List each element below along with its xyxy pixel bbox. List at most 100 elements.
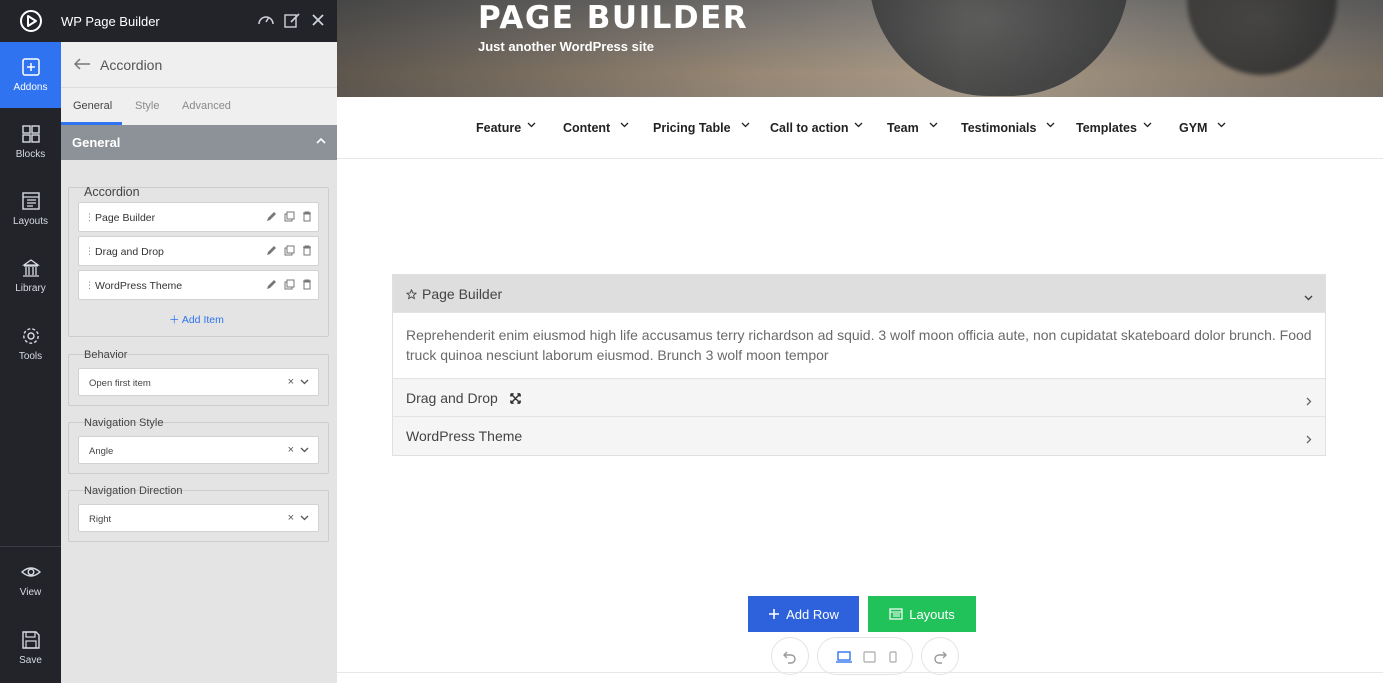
- breadcrumb-title: Accordion: [100, 57, 163, 73]
- rail-view-button[interactable]: View: [0, 547, 61, 613]
- drag-handle-icon[interactable]: ⋮: [85, 280, 94, 291]
- chevron-down-icon: [620, 117, 629, 131]
- nav-item-pricing-table[interactable]: Pricing Table: [653, 121, 750, 135]
- page-canvas: PAGE BUILDER Just another WordPress site…: [337, 0, 1383, 683]
- add-row-button[interactable]: Add Row: [748, 596, 859, 632]
- move-icon[interactable]: [509, 393, 521, 404]
- pencil-icon[interactable]: [266, 245, 277, 259]
- nav-item-feature[interactable]: Feature: [476, 121, 536, 135]
- nav-item-testimonials[interactable]: Testimonials: [961, 121, 1055, 135]
- section-general-header[interactable]: General: [61, 125, 337, 160]
- accordion-list-item[interactable]: ⋮ WordPress Theme: [78, 270, 319, 300]
- accordion-list-item[interactable]: ⋮ Drag and Drop: [78, 236, 319, 266]
- edit-icon[interactable]: [283, 11, 301, 34]
- layout-icon: [889, 608, 903, 620]
- grid-icon: [21, 125, 40, 143]
- undo-icon: [783, 651, 796, 664]
- chevron-down-icon: [1046, 117, 1055, 131]
- add-row-label: Add Row: [786, 606, 839, 622]
- navigation-direction-group: Navigation Direction Right ×: [68, 485, 329, 542]
- nav-item-content[interactable]: Content: [563, 121, 629, 135]
- layouts-button[interactable]: Layouts: [868, 596, 976, 632]
- rail-blocks-button[interactable]: Blocks: [0, 109, 61, 175]
- chevron-right-icon: [1304, 431, 1313, 447]
- site-tagline: Just another WordPress site: [478, 39, 655, 54]
- close-icon[interactable]: [310, 11, 326, 34]
- accordion-items-group: Accordion ⋮ Page Builder ⋮ Drag and Drop…: [68, 185, 329, 337]
- rail-addons-button[interactable]: Addons: [0, 42, 61, 108]
- gear-icon: [22, 328, 39, 344]
- rail-tools-button[interactable]: Tools: [0, 311, 61, 377]
- accordion-header[interactable]: Drag and Drop: [393, 379, 1325, 417]
- app-title: WP Page Builder: [61, 14, 160, 29]
- drag-handle-icon[interactable]: ⋮: [85, 212, 94, 223]
- rail-layouts-button[interactable]: Layouts: [0, 176, 61, 242]
- pencil-icon[interactable]: [266, 211, 277, 225]
- accordion-header-title: Page Builder: [405, 286, 502, 302]
- navigation-style-group: Navigation Style Angle ×: [68, 417, 329, 474]
- canvas-bottom-border: [337, 672, 1383, 673]
- chevron-down-icon: [300, 377, 309, 389]
- clear-icon[interactable]: ×: [288, 444, 294, 456]
- undo-button[interactable]: [771, 637, 809, 675]
- tab-general[interactable]: General: [73, 100, 112, 112]
- nav-item-call-to-action[interactable]: Call to action: [770, 121, 863, 135]
- breadcrumb: Accordion: [61, 42, 337, 88]
- nav-item-label: Feature: [476, 121, 522, 135]
- add-item-label: Add Item: [181, 314, 224, 326]
- duplicate-icon[interactable]: [284, 211, 295, 225]
- drag-handle-icon[interactable]: ⋮: [85, 246, 94, 257]
- redo-button[interactable]: [921, 637, 959, 675]
- accordion-list-item-label: Page Builder: [95, 212, 156, 224]
- desktop-icon[interactable]: [836, 650, 852, 668]
- chevron-down-icon: [1143, 117, 1152, 131]
- speedometer-icon[interactable]: [257, 11, 275, 34]
- nav-item-label: GYM: [1179, 121, 1208, 135]
- navigation-style-value: Angle: [89, 446, 114, 457]
- star-icon: [405, 288, 418, 300]
- chevron-down-icon: [854, 117, 863, 131]
- site-title[interactable]: PAGE BUILDER: [478, 0, 748, 36]
- pencil-icon[interactable]: [266, 279, 277, 293]
- navigation-style-label: Navigation Style: [84, 417, 164, 429]
- tab-advanced[interactable]: Advanced: [182, 100, 231, 112]
- tablet-icon[interactable]: [863, 650, 876, 668]
- trash-icon[interactable]: [302, 245, 312, 259]
- accordion-header[interactable]: WordPress Theme: [393, 417, 1325, 455]
- sidebar-rail: Addons Blocks Layouts Library Tools View…: [0, 0, 61, 683]
- rail-save-button[interactable]: Save: [0, 615, 61, 681]
- rail-tools-label: Tools: [18, 351, 43, 362]
- nav-item-label: Team: [887, 121, 919, 135]
- navigation-direction-label: Navigation Direction: [84, 485, 183, 497]
- trash-icon[interactable]: [302, 279, 312, 293]
- tab-style[interactable]: Style: [135, 100, 159, 112]
- settings-panel: Accordion General Style Advanced General…: [61, 42, 337, 683]
- nav-item-label: Templates: [1076, 121, 1137, 135]
- nav-item-templates[interactable]: Templates: [1076, 121, 1152, 135]
- navigation-direction-select[interactable]: Right ×: [78, 504, 319, 532]
- accordion-addon: Page Builder Reprehenderit enim eiusmod …: [392, 274, 1326, 456]
- nav-item-team[interactable]: Team: [887, 121, 938, 135]
- redo-icon: [934, 651, 947, 664]
- clear-icon[interactable]: ×: [288, 376, 294, 388]
- nav-item-label: Testimonials: [961, 121, 1037, 135]
- nav-item-gym[interactable]: GYM: [1179, 121, 1226, 135]
- behavior-select[interactable]: Open first item ×: [78, 368, 319, 396]
- logo-icon[interactable]: [0, 0, 61, 42]
- accordion-header[interactable]: Page Builder: [393, 275, 1325, 313]
- clear-icon[interactable]: ×: [288, 512, 294, 524]
- chevron-down-icon: [300, 513, 309, 525]
- trash-icon[interactable]: [302, 211, 312, 225]
- accordion-list-item[interactable]: ⋮ Page Builder: [78, 202, 319, 232]
- add-item-button[interactable]: ＋ Add Item: [169, 312, 224, 327]
- duplicate-icon[interactable]: [284, 279, 295, 293]
- navigation-style-select[interactable]: Angle ×: [78, 436, 319, 464]
- rail-library-button[interactable]: Library: [0, 243, 61, 309]
- back-arrow-icon[interactable]: [72, 56, 92, 77]
- duplicate-icon[interactable]: [284, 245, 295, 259]
- accordion-list-item-label: Drag and Drop: [95, 246, 164, 258]
- chevron-down-icon: [1217, 117, 1226, 131]
- accordion-list-item-label: WordPress Theme: [95, 280, 183, 292]
- accordion-body: Reprehenderit enim eiusmod high life acc…: [393, 313, 1325, 379]
- mobile-icon[interactable]: [889, 650, 897, 668]
